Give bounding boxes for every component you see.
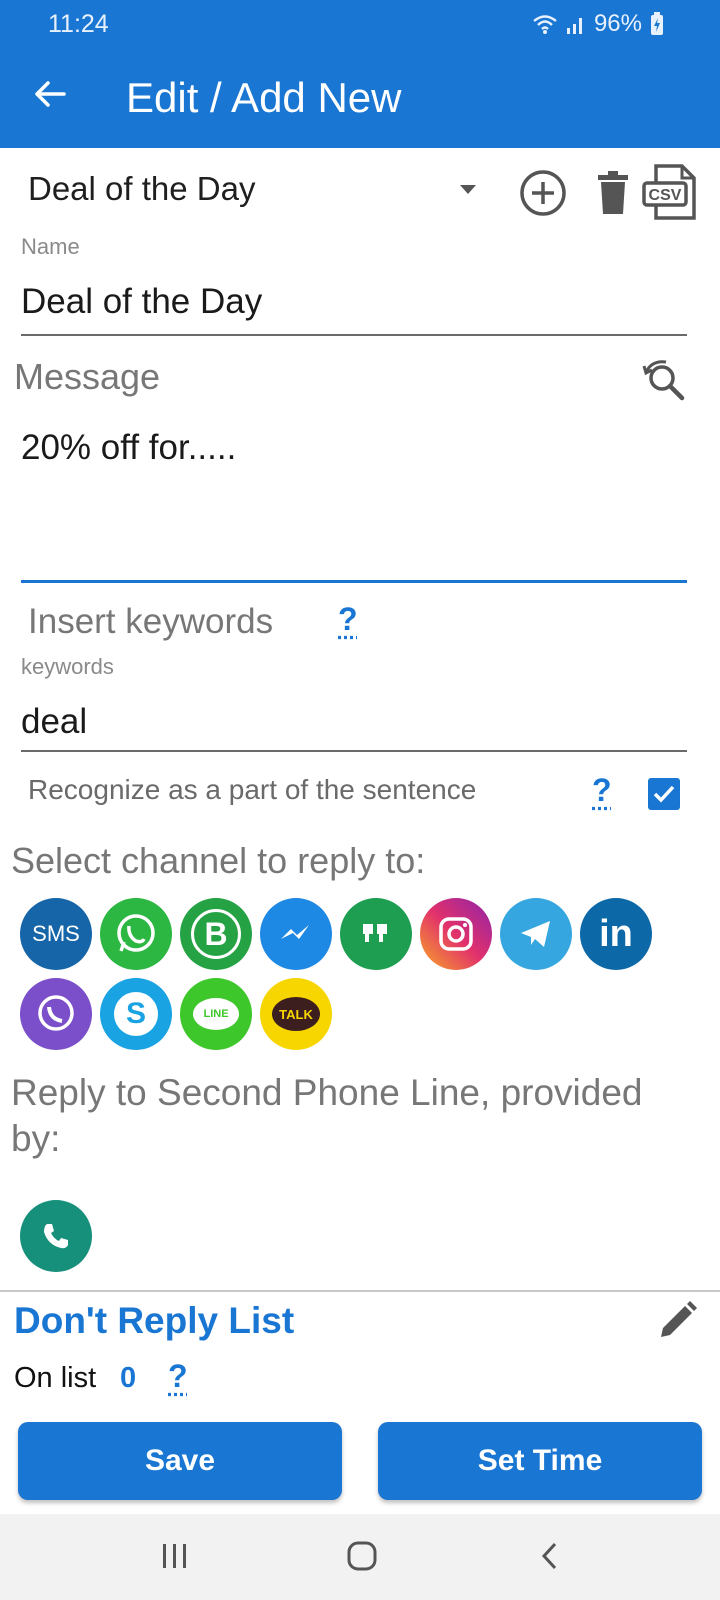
name-underline (21, 334, 687, 336)
section-divider (0, 1290, 720, 1292)
recognize-label: Recognize as a part of the sentence (28, 774, 477, 805)
message-input[interactable]: 20% off for..... (21, 428, 236, 468)
skype-label: S (114, 992, 158, 1036)
viber-icon[interactable] (20, 978, 92, 1050)
battery-percent: 96% (593, 10, 642, 37)
search-refresh-icon[interactable] (640, 358, 690, 402)
dont-reply-heading: Don't Reply List (14, 1300, 295, 1341)
keywords-heading: Insert keywords (28, 602, 274, 641)
whatsapp-icon[interactable] (100, 898, 172, 970)
chevron-down-icon[interactable] (460, 185, 476, 194)
recent-apps-icon[interactable] (160, 1540, 190, 1572)
arrow-left-icon[interactable] (30, 74, 70, 114)
telegram-icon[interactable] (500, 898, 572, 970)
message-heading: Message (14, 356, 161, 397)
recognize-checkbox[interactable] (648, 778, 680, 810)
channel-list: SMS B in S LINE TALK (20, 898, 660, 1050)
wifi-icon (533, 15, 557, 34)
instagram-icon[interactable] (420, 898, 492, 970)
battery-icon (651, 12, 663, 35)
on-list-count: 0 (120, 1362, 137, 1394)
channels-heading: Select channel to reply to: (11, 840, 426, 881)
sms-icon[interactable]: SMS (20, 898, 92, 970)
csv-file-icon[interactable]: CSV (642, 162, 698, 222)
whatsapp-business-icon[interactable]: B (180, 898, 252, 970)
check-icon (653, 785, 675, 803)
trash-icon[interactable] (594, 168, 632, 218)
save-button[interactable]: Save (18, 1422, 342, 1500)
keywords-input[interactable]: deal (21, 702, 87, 742)
csv-label: CSV (649, 187, 682, 204)
phone-icon[interactable] (20, 1200, 92, 1272)
skype-icon[interactable]: S (100, 978, 172, 1050)
linkedin-icon[interactable]: in (580, 898, 652, 970)
second-line-heading: Reply to Second Phone Line, provided by: (11, 1072, 643, 1159)
home-icon[interactable] (346, 1540, 378, 1572)
add-circle-icon[interactable] (518, 168, 568, 218)
set-time-button[interactable]: Set Time (378, 1422, 702, 1500)
line-label: LINE (193, 998, 239, 1030)
on-list-label: On list (14, 1362, 97, 1394)
dont-reply-help-icon[interactable]: ? (168, 1358, 188, 1395)
app-bar: 11:24 96% Edit / Add New (0, 0, 720, 148)
keywords-underline (21, 750, 687, 752)
pencil-icon[interactable] (654, 1298, 700, 1344)
back-icon[interactable] (538, 1540, 562, 1572)
signal-icon (566, 18, 582, 34)
template-selector[interactable]: Deal of the Day (28, 170, 255, 208)
keywords-label: keywords (21, 654, 114, 679)
page-title: Edit / Add New (126, 74, 402, 121)
system-nav-bar (0, 1514, 720, 1600)
whatsapp-business-label: B (191, 909, 241, 959)
status-time: 11:24 (48, 10, 109, 38)
kakaotalk-icon[interactable]: TALK (260, 978, 332, 1050)
name-label: Name (21, 234, 80, 259)
hangouts-icon[interactable] (340, 898, 412, 970)
keywords-help-icon[interactable]: ? (338, 601, 358, 638)
kakaotalk-label: TALK (272, 997, 320, 1031)
message-underline (21, 580, 687, 583)
line-icon[interactable]: LINE (180, 978, 252, 1050)
name-input[interactable]: Deal of the Day (21, 282, 262, 322)
recognize-help-icon[interactable]: ? (592, 772, 612, 809)
messenger-icon[interactable] (260, 898, 332, 970)
status-indicators: 96% (532, 10, 664, 38)
